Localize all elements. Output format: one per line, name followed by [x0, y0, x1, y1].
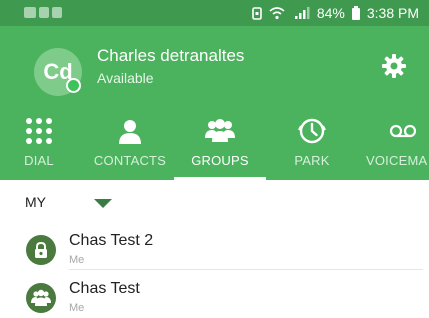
- wifi-icon: [269, 6, 285, 19]
- notification-icon: [39, 7, 49, 18]
- notification-icon: [52, 7, 62, 18]
- presence-indicator: [66, 78, 81, 93]
- tab-groups[interactable]: GROUPS: [174, 116, 266, 180]
- group-name: Chas Test: [69, 280, 140, 297]
- vibrate-icon: [252, 6, 262, 20]
- signal-icon: [294, 6, 310, 19]
- list-item[interactable]: Chas Test Me: [0, 270, 429, 318]
- tab-label: VOICEMA: [366, 153, 428, 168]
- tab-dial[interactable]: DIAL: [0, 116, 78, 180]
- user-presence-status[interactable]: Available: [97, 70, 154, 86]
- voicemail-icon: [360, 116, 429, 146]
- lock-icon: [26, 235, 56, 265]
- status-bar: 84% 3:38 PM: [0, 0, 429, 26]
- tab-contacts[interactable]: CONTACTS: [86, 116, 174, 180]
- tab-park[interactable]: PARK: [270, 116, 354, 180]
- dialpad-icon: [0, 116, 78, 146]
- group-name: Chas Test 2: [69, 232, 154, 249]
- tab-label: PARK: [294, 153, 330, 168]
- clock-time: 3:38 PM: [366, 5, 419, 21]
- user-name: Charles detranaltes: [97, 46, 245, 65]
- group-icon: [174, 116, 266, 146]
- section-title: MY: [25, 194, 46, 210]
- chevron-down-icon[interactable]: [94, 199, 112, 208]
- person-icon: [86, 116, 174, 146]
- battery-percent: 84%: [316, 5, 345, 21]
- tab-voicemail[interactable]: VOICEMA: [360, 116, 429, 180]
- list-item[interactable]: Chas Test 2 Me: [0, 222, 429, 270]
- tab-label: CONTACTS: [93, 153, 167, 168]
- group-owner: Me: [69, 302, 85, 314]
- clock-park-icon: [270, 116, 354, 146]
- group-owner: Me: [69, 254, 85, 266]
- tab-label: GROUPS: [191, 153, 249, 168]
- main-tabs: DIAL CONTACTS GROUPS PARK VOICEMA: [0, 116, 429, 180]
- battery-icon: [351, 6, 360, 20]
- groups-section: MY Chas Test 2 Me Chas Test Me: [0, 180, 429, 316]
- status-indicators: 84% 3:38 PM: [251, 5, 419, 21]
- call-notification-icon: [24, 7, 36, 18]
- app-header: Cd Charles detranaltes Available DIAL CO…: [0, 26, 429, 180]
- notification-icons: [24, 7, 64, 19]
- settings-gear-icon[interactable]: [380, 53, 408, 81]
- group-icon: [26, 283, 56, 313]
- tab-label: DIAL: [24, 153, 54, 168]
